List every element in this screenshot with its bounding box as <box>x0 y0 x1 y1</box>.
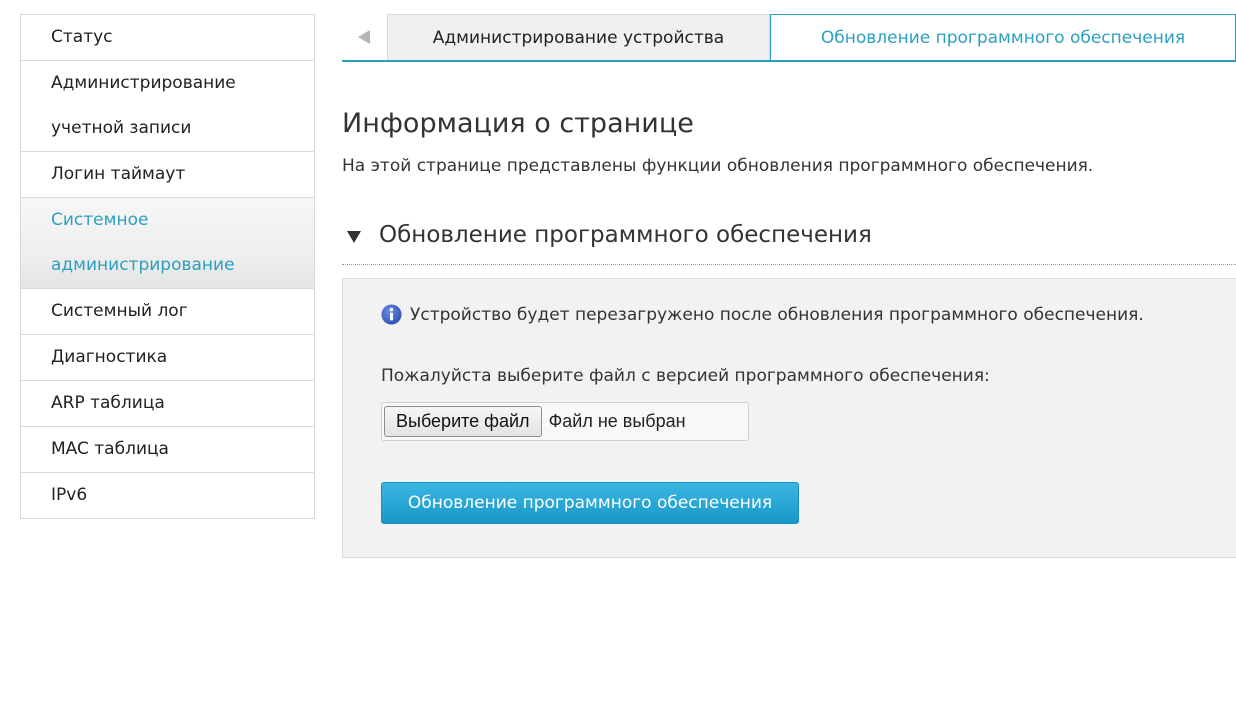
page-description: На этой странице представлены функции об… <box>342 156 1094 176</box>
sidebar-item-login-timeout[interactable]: Логин таймаут <box>21 152 314 198</box>
triangle-left-icon <box>358 30 370 44</box>
sidebar-item-status[interactable]: Статус <box>21 15 314 61</box>
sidebar-item-label-line1: Системное <box>51 210 149 230</box>
choose-file-button-label: Выберите файл <box>396 411 530 431</box>
sidebar-item-system-log[interactable]: Системный лог <box>21 289 314 335</box>
tab-device-admin[interactable]: Администрирование устройства <box>387 14 770 60</box>
triangle-down-icon <box>347 231 361 243</box>
sidebar-item-label: Системный лог <box>51 301 188 321</box>
sidebar-item-label: Статус <box>51 27 113 47</box>
tab-label: Обновление программного обеспечения <box>820 27 1186 48</box>
sidebar-item-arp-table[interactable]: ARP таблица <box>21 381 314 427</box>
tab-scroll-left-button[interactable] <box>342 14 386 60</box>
sidebar-item-diagnostics[interactable]: Диагностика <box>21 335 314 381</box>
file-status-text: Файл не выбран <box>548 411 686 431</box>
file-select-label: Пожалуйста выберите файл с версией прогр… <box>381 366 990 386</box>
firmware-file-input[interactable]: Выберите файл Файл не выбран <box>381 402 749 441</box>
tab-firmware-update[interactable]: Обновление программного обеспечения <box>770 14 1236 60</box>
sidebar-nav: Статус Администрирование учетной записи … <box>20 14 315 519</box>
choose-file-button[interactable]: Выберите файл <box>384 406 542 437</box>
tab-label: Администрирование устройства <box>432 27 725 48</box>
page-title: Информация о странице <box>342 108 694 139</box>
firmware-update-button-label: Обновление программного обеспечения <box>407 493 773 513</box>
sidebar-item-account-admin[interactable]: Администрирование учетной записи <box>21 61 314 152</box>
sidebar-item-ipv6[interactable]: IPv6 <box>21 473 314 518</box>
sidebar-item-label-line2: учетной записи <box>51 118 192 138</box>
sidebar-item-mac-table[interactable]: MAC таблица <box>21 427 314 473</box>
reboot-notice-text: Устройство будет перезагружено после обн… <box>410 304 1144 325</box>
info-icon <box>381 304 402 325</box>
reboot-notice: Устройство будет перезагружено после обн… <box>381 304 1144 325</box>
sidebar-item-label-line2: администрирование <box>51 255 235 275</box>
section-title: Обновление программного обеспечения <box>379 222 872 248</box>
tab-bar: Администрирование устройства Обновление … <box>342 14 1236 62</box>
sidebar-item-system-admin[interactable]: Системное администрирование <box>21 198 314 289</box>
section-header-firmware-update[interactable]: Обновление программного обеспечения <box>342 218 1236 265</box>
sidebar-item-label-line1: Администрирование <box>51 73 236 93</box>
sidebar-item-label: IPv6 <box>51 485 88 505</box>
sidebar-item-label: Диагностика <box>51 347 168 367</box>
firmware-update-panel: Устройство будет перезагружено после обн… <box>342 278 1236 558</box>
sidebar-item-label: MAC таблица <box>51 439 169 459</box>
firmware-update-button[interactable]: Обновление программного обеспечения <box>381 482 799 524</box>
sidebar-item-label: Логин таймаут <box>51 164 186 184</box>
sidebar-item-label: ARP таблица <box>51 393 165 413</box>
